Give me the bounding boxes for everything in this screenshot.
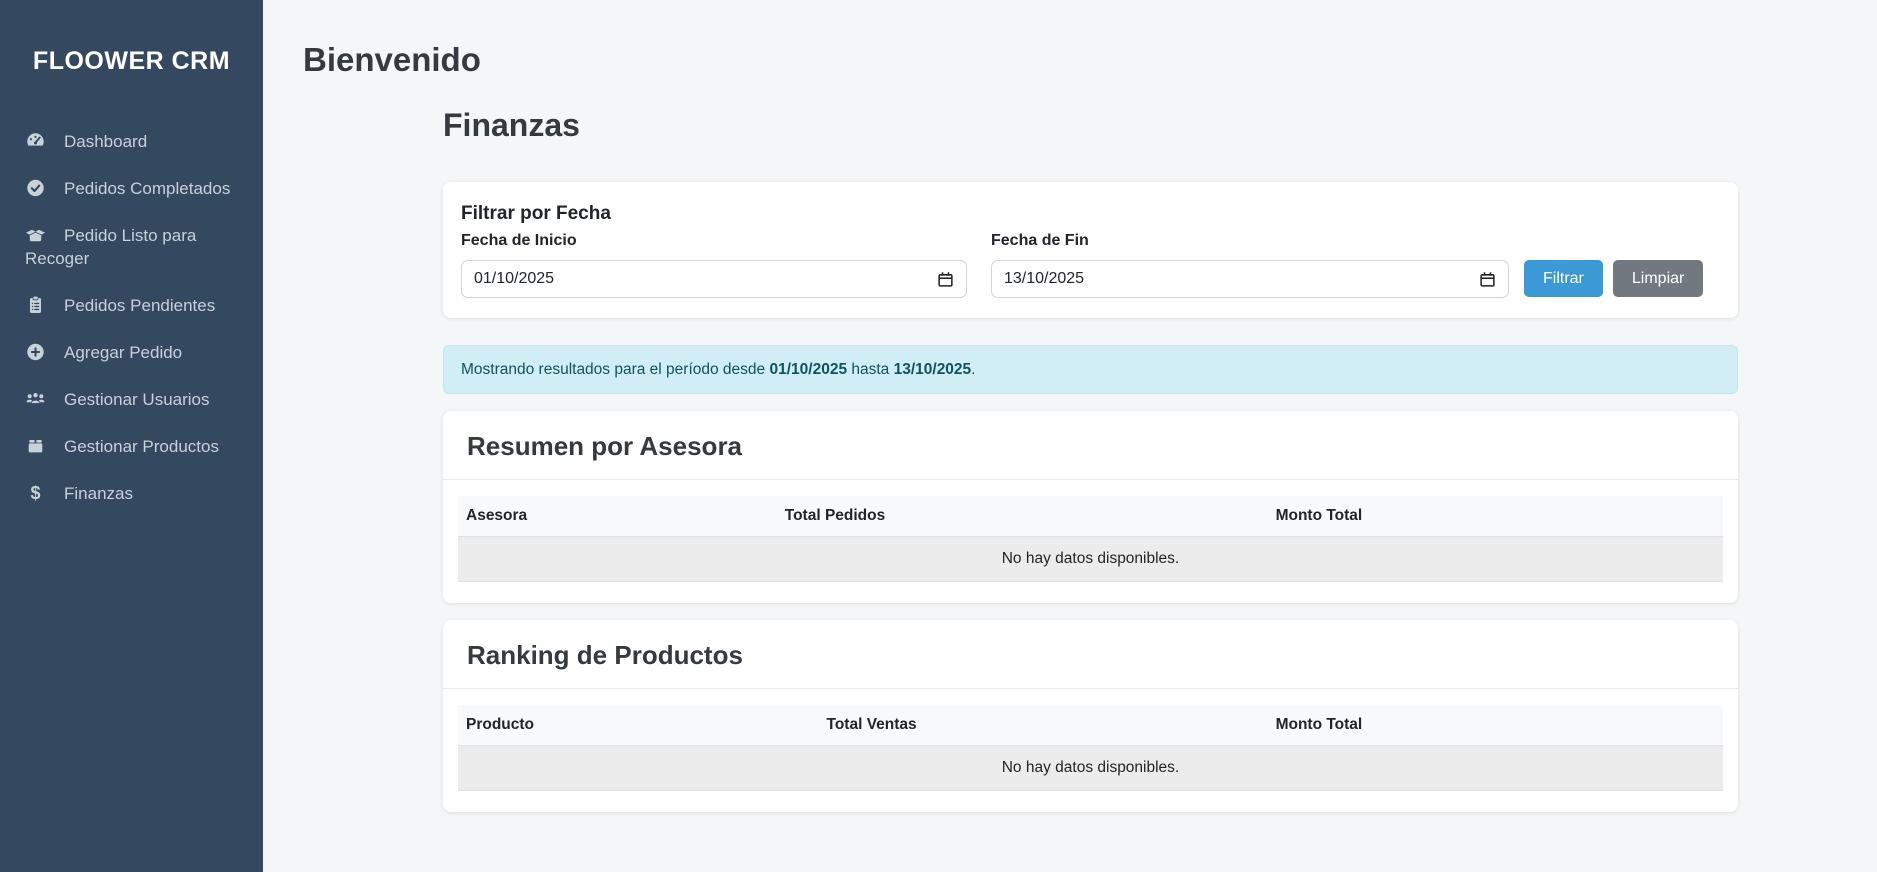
sidebar-item-label: Pedidos Pendientes [64,296,215,315]
alert-end-date: 13/10/2025 [894,361,972,378]
table-header-row: Asesora Total Pedidos Monto Total [458,496,1723,537]
sidebar-item-pedidos-completados[interactable]: Pedidos Completados [0,165,263,212]
sidebar-item-label: Dashboard [64,132,147,151]
sidebar-item-gestionar-productos[interactable]: Gestionar Productos [0,423,263,470]
sidebar-item-pedido-listo[interactable]: Pedido Listo para Recoger [0,212,263,282]
sidebar-item-agregar-pedido[interactable]: Agregar Pedido [0,329,263,376]
main-content: Bienvenido Finanzas Filtrar por Fecha Fe… [263,0,1877,872]
column-header-total-ventas: Total Ventas [819,705,1268,746]
check-circle-icon [25,178,46,198]
tachometer-icon [25,131,46,151]
calendar-icon[interactable] [937,271,954,288]
column-header-producto: Producto [458,705,819,746]
filtrar-button[interactable]: Filtrar [1524,260,1603,297]
alert-text: hasta [847,361,894,378]
sidebar-item-dashboard[interactable]: Dashboard [0,118,263,165]
limpiar-button[interactable]: Limpiar [1613,260,1703,297]
end-date-input[interactable]: 13/10/2025 [991,260,1509,298]
app-window: FLOOWER CRM Dashboard Pedidos Completado… [0,0,1877,872]
sidebar: FLOOWER CRM Dashboard Pedidos Completado… [0,0,263,872]
dollar-icon: $ [25,483,46,503]
brand-title: FLOOWER CRM [0,0,263,76]
column-header-monto-total: Monto Total [1268,705,1723,746]
sidebar-nav: Dashboard Pedidos Completados Pedido Lis… [0,118,263,517]
filter-card: Filtrar por Fecha Fecha de Inicio 01/10/… [443,182,1738,318]
sidebar-item-label: Gestionar Usuarios [64,390,210,409]
end-date-value: 13/10/2025 [1004,270,1084,288]
sidebar-item-finanzas[interactable]: $ Finanzas [0,470,263,517]
alert-start-date: 01/10/2025 [769,361,847,378]
users-icon [25,389,46,409]
plus-circle-icon [25,342,46,362]
summary-card: Resumen por Asesora Asesora Total Pedido… [443,411,1738,603]
filter-title: Filtrar por Fecha [461,202,1720,226]
table-header-row: Producto Total Ventas Monto Total [458,705,1723,746]
sidebar-item-label: Pedidos Completados [64,179,230,198]
table-row: No hay datos disponibles. [458,537,1723,582]
start-date-label: Fecha de Inicio [461,231,967,251]
alert-text: . [971,361,975,378]
alert-text: Mostrando resultados para el período des… [461,361,769,378]
clipboard-list-icon [25,295,46,315]
sidebar-item-label: Agregar Pedido [64,343,182,362]
calendar-icon[interactable] [1479,271,1496,288]
summary-table: Asesora Total Pedidos Monto Total No hay… [458,496,1723,582]
sidebar-item-label: Pedido Listo para Recoger [25,226,196,268]
section-title-finanzas: Finanzas [443,106,1738,144]
sidebar-item-gestionar-usuarios[interactable]: Gestionar Usuarios [0,376,263,423]
svg-text:$: $ [30,483,40,503]
ranking-card: Ranking de Productos Producto Total Vent… [443,620,1738,812]
box-icon [25,436,46,456]
start-date-input[interactable]: 01/10/2025 [461,260,967,298]
page-title: Bienvenido [303,40,1877,80]
ranking-card-title: Ranking de Productos [443,620,1738,689]
table-row: No hay datos disponibles. [458,746,1723,791]
box-open-icon [25,225,46,245]
empty-state-message: No hay datos disponibles. [458,537,1723,582]
sidebar-item-label: Finanzas [64,484,133,503]
column-header-asesora: Asesora [458,496,777,537]
summary-card-title: Resumen por Asesora [443,411,1738,480]
period-info-alert: Mostrando resultados para el período des… [443,345,1738,394]
end-date-label: Fecha de Fin [991,231,1509,251]
sidebar-item-pedidos-pendientes[interactable]: Pedidos Pendientes [0,282,263,329]
column-header-monto-total: Monto Total [1268,496,1723,537]
empty-state-message: No hay datos disponibles. [458,746,1723,791]
start-date-value: 01/10/2025 [474,270,554,288]
ranking-table: Producto Total Ventas Monto Total No hay… [458,705,1723,791]
column-header-total-pedidos: Total Pedidos [777,496,1268,537]
sidebar-item-label: Gestionar Productos [64,437,219,456]
